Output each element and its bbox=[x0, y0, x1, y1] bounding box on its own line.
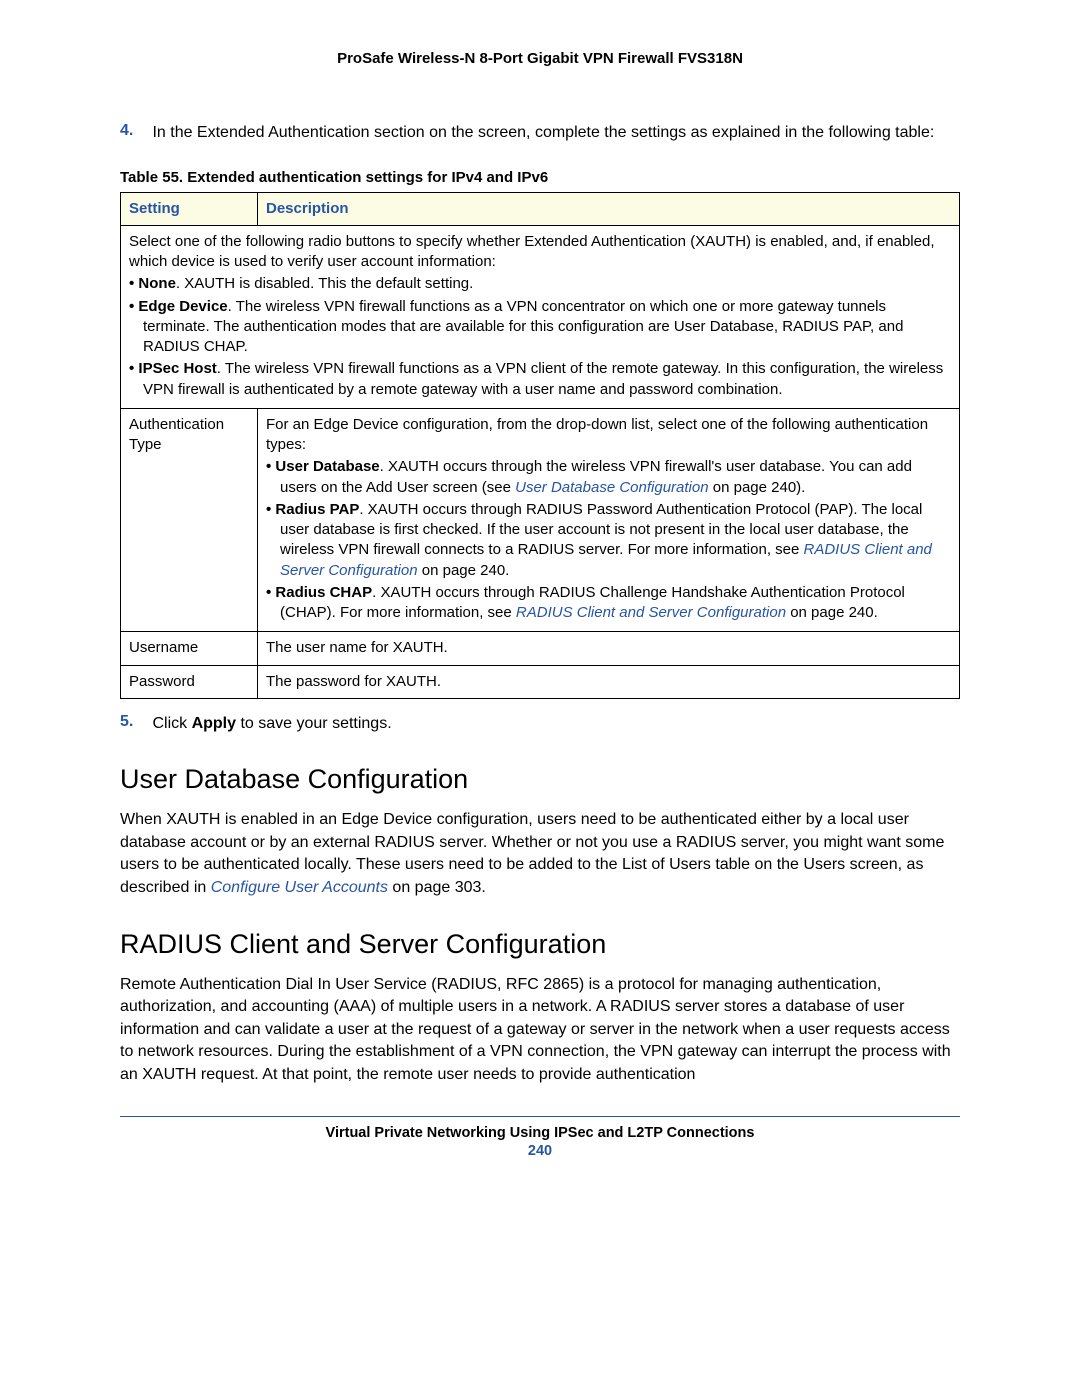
step-4-text: In the Extended Authentication section o… bbox=[152, 122, 947, 144]
col-description: Description bbox=[258, 192, 960, 225]
authtype-lead: For an Edge Device configuration, from t… bbox=[266, 415, 951, 456]
password-desc: The password for XAUTH. bbox=[258, 665, 960, 698]
authtype-label: Authentication Type bbox=[121, 408, 258, 632]
document-header: ProSafe Wireless-N 8-Port Gigabit VPN Fi… bbox=[120, 50, 960, 67]
step-4: 4. In the Extended Authentication sectio… bbox=[120, 122, 960, 144]
step-5-marker: 5. bbox=[120, 713, 148, 731]
authtype-bullet-chap: Radius CHAP. XAUTH occurs through RADIUS… bbox=[266, 583, 951, 624]
heading-radius: RADIUS Client and Server Configuration bbox=[120, 929, 960, 960]
udb-t2: on page 240). bbox=[709, 479, 806, 496]
intro-ipsec-text: . The wireless VPN firewall functions as… bbox=[143, 360, 943, 397]
chap-bold: Radius CHAP bbox=[275, 584, 372, 601]
username-label: Username bbox=[121, 632, 258, 665]
intro-lead: Select one of the following radio button… bbox=[129, 232, 951, 273]
settings-table: Setting Description Select one of the fo… bbox=[120, 192, 960, 699]
table-row-password: Password The password for XAUTH. bbox=[121, 665, 960, 698]
intro-bullet-edge: Edge Device. The wireless VPN firewall f… bbox=[129, 297, 951, 358]
table-header-row: Setting Description bbox=[121, 192, 960, 225]
intro-none-bold: None bbox=[138, 275, 176, 292]
step-5: 5. Click Apply to save your settings. bbox=[120, 713, 960, 735]
chap-link[interactable]: RADIUS Client and Server Configuration bbox=[516, 604, 786, 621]
step5-post: to save your settings. bbox=[236, 715, 392, 732]
table-row-authtype: Authentication Type For an Edge Device c… bbox=[121, 408, 960, 632]
step-4-marker: 4. bbox=[120, 122, 148, 140]
table-row-intro: Select one of the following radio button… bbox=[121, 225, 960, 408]
intro-none-text: . XAUTH is disabled. This the default se… bbox=[176, 275, 473, 292]
chap-t2: on page 240. bbox=[786, 604, 878, 621]
para-user-database: When XAUTH is enabled in an Edge Device … bbox=[120, 809, 960, 899]
intro-edge-bold: Edge Device bbox=[138, 298, 227, 315]
link-configure-user-accounts[interactable]: Configure User Accounts bbox=[211, 879, 388, 896]
col-setting: Setting bbox=[121, 192, 258, 225]
intro-bullet-none: None. XAUTH is disabled. This the defaul… bbox=[129, 274, 951, 294]
udb-bold: User Database bbox=[275, 458, 379, 475]
authtype-bullet-udb: User Database. XAUTH occurs through the … bbox=[266, 457, 951, 498]
pap-bold: Radius PAP bbox=[275, 501, 359, 518]
intro-ipsec-bold: IPSec Host bbox=[138, 360, 216, 377]
intro-bullet-ipsec: IPSec Host. The wireless VPN firewall fu… bbox=[129, 359, 951, 400]
footer-title: Virtual Private Networking Using IPSec a… bbox=[120, 1125, 960, 1141]
udb-link[interactable]: User Database Configuration bbox=[515, 479, 708, 496]
heading-user-database: User Database Configuration bbox=[120, 764, 960, 795]
authtype-bullet-pap: Radius PAP. XAUTH occurs through RADIUS … bbox=[266, 500, 951, 581]
footer-rule bbox=[120, 1116, 960, 1117]
para-radius: Remote Authentication Dial In User Servi… bbox=[120, 974, 960, 1086]
udbp-post: on page 303. bbox=[388, 879, 486, 896]
step5-bold: Apply bbox=[192, 715, 236, 732]
table-caption: Table 55. Extended authentication settin… bbox=[120, 169, 960, 186]
password-label: Password bbox=[121, 665, 258, 698]
pap-t2: on page 240. bbox=[418, 562, 510, 579]
step5-pre: Click bbox=[152, 715, 191, 732]
footer-page-number: 240 bbox=[120, 1143, 960, 1159]
username-desc: The user name for XAUTH. bbox=[258, 632, 960, 665]
step-5-text: Click Apply to save your settings. bbox=[152, 713, 947, 735]
table-row-username: Username The user name for XAUTH. bbox=[121, 632, 960, 665]
intro-edge-text: . The wireless VPN firewall functions as… bbox=[143, 298, 903, 356]
